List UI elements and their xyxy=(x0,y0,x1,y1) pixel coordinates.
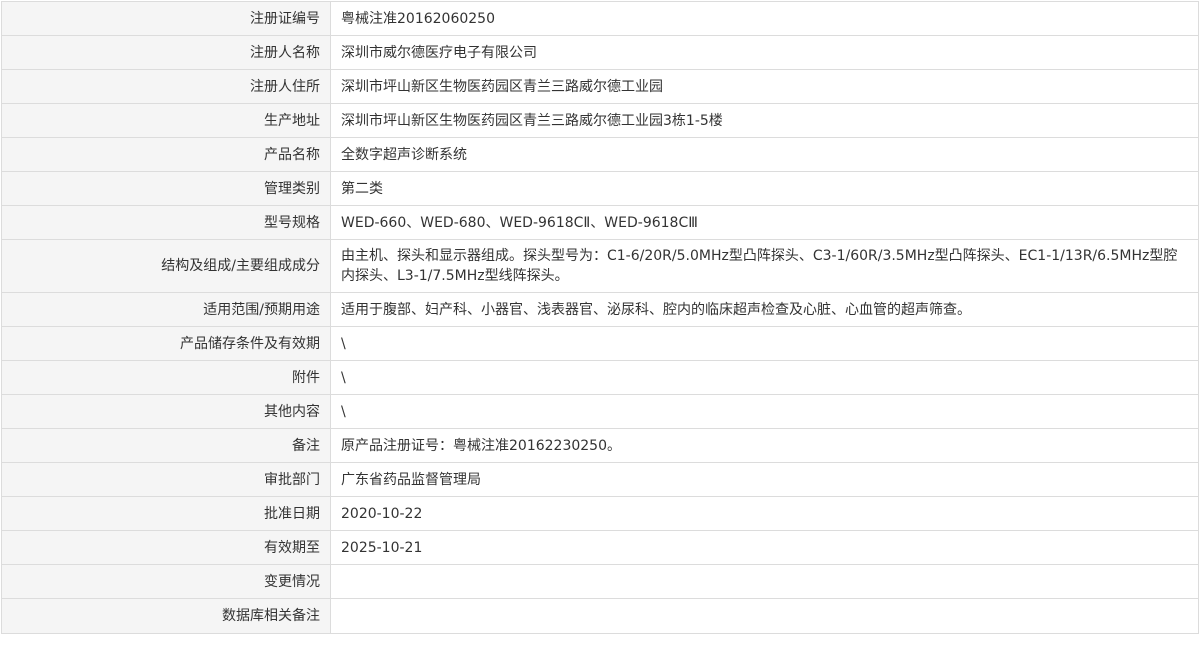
field-value: 全数字超声诊断系统 xyxy=(330,137,1199,172)
field-value xyxy=(330,598,1199,634)
field-label: 审批部门 xyxy=(1,462,331,497)
field-label: 产品储存条件及有效期 xyxy=(1,326,331,361)
field-label: 生产地址 xyxy=(1,103,331,138)
field-value: 深圳市坪山新区生物医药园区青兰三路威尔德工业园 xyxy=(330,69,1199,104)
field-label: 型号规格 xyxy=(1,205,331,240)
table-row-production-address: 生产地址 深圳市坪山新区生物医药园区青兰三路威尔德工业园3栋1-5楼 xyxy=(1,103,1199,138)
field-label: 变更情况 xyxy=(1,564,331,599)
table-row-model-spec: 型号规格 WED-660、WED-680、WED-9618CⅡ、WED-9618… xyxy=(1,205,1199,240)
table-row-registrant-name: 注册人名称 深圳市威尔德医疗电子有限公司 xyxy=(1,35,1199,70)
field-value: 第二类 xyxy=(330,171,1199,206)
field-value: \ xyxy=(330,326,1199,361)
field-value: 由主机、探头和显示器组成。探头型号为：C1-6/20R/5.0MHz型凸阵探头、… xyxy=(330,239,1199,293)
table-row-intended-use: 适用范围/预期用途 适用于腹部、妇产科、小器官、浅表器官、泌尿科、腔内的临床超声… xyxy=(1,292,1199,327)
field-label: 批准日期 xyxy=(1,496,331,531)
field-value xyxy=(330,564,1199,599)
field-value: \ xyxy=(330,360,1199,395)
field-value: WED-660、WED-680、WED-9618CⅡ、WED-9618CⅢ xyxy=(330,205,1199,240)
field-value: 2020-10-22 xyxy=(330,496,1199,531)
table-row-attachments: 附件 \ xyxy=(1,360,1199,395)
table-row-database-remarks: 数据库相关备注 xyxy=(1,598,1199,634)
registration-record-table: 注册证编号 粤械注准20162060250 注册人名称 深圳市威尔德医疗电子有限… xyxy=(1,1,1199,634)
table-row-registration-number: 注册证编号 粤械注准20162060250 xyxy=(1,1,1199,36)
field-value: \ xyxy=(330,394,1199,429)
field-value: 粤械注准20162060250 xyxy=(330,1,1199,36)
table-row-approval-department: 审批部门 广东省药品监督管理局 xyxy=(1,462,1199,497)
table-row-storage-conditions: 产品储存条件及有效期 \ xyxy=(1,326,1199,361)
table-row-remarks: 备注 原产品注册证号：粤械注准20162230250。 xyxy=(1,428,1199,463)
field-label: 有效期至 xyxy=(1,530,331,565)
field-label: 注册人住所 xyxy=(1,69,331,104)
table-row-structure-composition: 结构及组成/主要组成成分 由主机、探头和显示器组成。探头型号为：C1-6/20R… xyxy=(1,239,1199,293)
field-label: 注册证编号 xyxy=(1,1,331,36)
field-label: 管理类别 xyxy=(1,171,331,206)
table-row-change-history: 变更情况 xyxy=(1,564,1199,599)
field-label: 其他内容 xyxy=(1,394,331,429)
table-row-registrant-address: 注册人住所 深圳市坪山新区生物医药园区青兰三路威尔德工业园 xyxy=(1,69,1199,104)
field-value: 2025-10-21 xyxy=(330,530,1199,565)
field-value: 广东省药品监督管理局 xyxy=(330,462,1199,497)
field-label: 备注 xyxy=(1,428,331,463)
field-label: 结构及组成/主要组成成分 xyxy=(1,239,331,293)
field-value: 深圳市威尔德医疗电子有限公司 xyxy=(330,35,1199,70)
field-label: 产品名称 xyxy=(1,137,331,172)
table-row-approval-date: 批准日期 2020-10-22 xyxy=(1,496,1199,531)
field-label: 附件 xyxy=(1,360,331,395)
field-value: 深圳市坪山新区生物医药园区青兰三路威尔德工业园3栋1-5楼 xyxy=(330,103,1199,138)
field-label: 注册人名称 xyxy=(1,35,331,70)
field-label: 数据库相关备注 xyxy=(1,598,331,634)
table-row-product-name: 产品名称 全数字超声诊断系统 xyxy=(1,137,1199,172)
field-value: 原产品注册证号：粤械注准20162230250。 xyxy=(330,428,1199,463)
table-row-management-category: 管理类别 第二类 xyxy=(1,171,1199,206)
field-value: 适用于腹部、妇产科、小器官、浅表器官、泌尿科、腔内的临床超声检查及心脏、心血管的… xyxy=(330,292,1199,327)
table-row-other-content: 其他内容 \ xyxy=(1,394,1199,429)
table-row-valid-until: 有效期至 2025-10-21 xyxy=(1,530,1199,565)
field-label: 适用范围/预期用途 xyxy=(1,292,331,327)
